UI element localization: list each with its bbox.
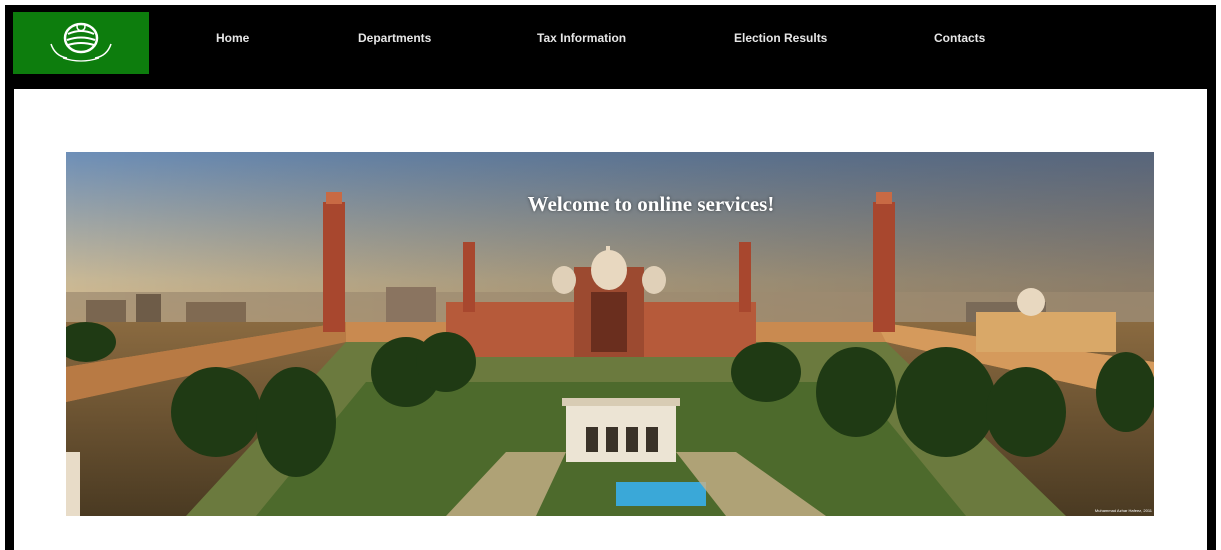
nav-departments-link[interactable]: Departments [358, 31, 431, 49]
page-frame: Home Departments Tax Information Electio… [5, 5, 1216, 550]
punjab-emblem-icon [50, 22, 112, 62]
top-navigation-bar: Home Departments Tax Information Electio… [5, 5, 1216, 89]
nav-home-link[interactable]: Home [216, 31, 249, 49]
nav-election-results-link[interactable]: Election Results [734, 31, 827, 49]
welcome-heading: Welcome to online services! [527, 192, 775, 216]
hero-banner: Welcome to online services! Muhammad Azh… [66, 152, 1154, 516]
nav-tax-information-link[interactable]: Tax Information [537, 31, 626, 49]
site-logo[interactable] [13, 12, 149, 74]
photo-credit: Muhammad Azhar Hafeez, 2011 [1094, 508, 1152, 513]
nav-contacts-link[interactable]: Contacts [934, 31, 985, 49]
main-content: Welcome to online services! Muhammad Azh… [14, 89, 1207, 550]
